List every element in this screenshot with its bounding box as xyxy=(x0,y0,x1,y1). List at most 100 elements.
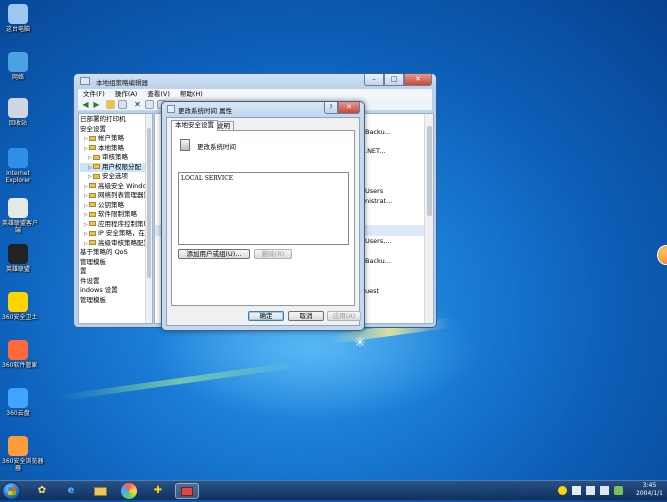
ok-button[interactable]: 确定 xyxy=(248,311,284,321)
policy-setting-value[interactable]: .NET... xyxy=(365,147,385,155)
tree-item[interactable]: ▷ 公钥策略 xyxy=(80,201,152,211)
tree-item[interactable]: 管理模板 xyxy=(80,258,152,268)
dialog-close-button[interactable]: ✕ xyxy=(338,102,360,114)
desktop-shortcut[interactable]: 英雄联盟客户端 xyxy=(2,198,38,234)
desktop-shortcut[interactable]: 360安全浏览器器 xyxy=(2,436,44,472)
tree-item-label: 软件限制策略 xyxy=(98,210,137,218)
taskbar-media-icon[interactable] xyxy=(121,483,137,499)
folder-icon xyxy=(93,164,100,169)
close-button[interactable]: ✕ xyxy=(404,74,432,86)
apply-button[interactable]: 应用(A) xyxy=(327,311,361,321)
list-scrollbar-thumb[interactable] xyxy=(427,126,432,216)
back-arrow-icon[interactable]: ◀ xyxy=(81,100,90,109)
taskbar-ie-icon[interactable]: e xyxy=(59,483,83,499)
maximize-button[interactable]: □ xyxy=(384,74,404,86)
desktop-shortcut-label: 360安全浏览器 xyxy=(2,458,44,465)
desktop-shortcut[interactable]: Internet Explorer xyxy=(2,148,34,184)
menu-view[interactable]: 查看(V) xyxy=(142,89,175,99)
tree-item-label: 高级审核策略配置 xyxy=(98,238,150,247)
folder-icon xyxy=(89,145,96,150)
tree-item[interactable]: ▷ 应用程序控制策略 xyxy=(80,220,152,230)
desktop-shortcut[interactable]: 360安全卫士 xyxy=(2,292,37,321)
dialog-help-button[interactable]: ? xyxy=(324,102,338,114)
tree-item-label: 帐户策略 xyxy=(98,134,124,142)
properties-icon[interactable] xyxy=(145,100,154,109)
account-listbox[interactable]: LOCAL SERVICE xyxy=(178,172,349,245)
tree-item[interactable]: ▷ 高级审核策略配置 xyxy=(80,239,152,249)
tab-local-security-setting[interactable]: 本地安全设置 xyxy=(171,120,218,131)
tray-network-icon[interactable] xyxy=(586,486,595,495)
tray-shield-icon[interactable] xyxy=(614,486,623,495)
tree-item[interactable]: indows 设置 xyxy=(80,286,152,296)
list-scrollbar[interactable] xyxy=(424,114,433,323)
taskbar-explorer-icon[interactable] xyxy=(88,483,112,499)
policy-setting-value[interactable]: Users,... xyxy=(365,237,391,245)
tray-flag-icon[interactable] xyxy=(572,486,581,495)
tree-item[interactable]: ▷ 安全选项 xyxy=(80,172,152,182)
folder-icon xyxy=(89,183,96,188)
tree-item[interactable]: ▷ 网络列表管理器策略 xyxy=(80,191,152,201)
clock[interactable]: 3:45 2004/1/1 xyxy=(636,482,663,498)
tree-pane: 已部署的打印机 安全设置 ▷ 帐户策略 ▷ 本地策略 ▷ 审核策略 ▷ 用户权限分配 ▷ 安全选项 ▷ 高… xyxy=(78,113,153,324)
tree-item-label: 管理模板 xyxy=(80,295,106,304)
tree-item[interactable]: ▷ 审核策略 xyxy=(80,153,152,163)
floating-widget-icon[interactable] xyxy=(657,245,667,265)
minimize-button[interactable]: – xyxy=(364,74,384,86)
tree-item-label: 安全选项 xyxy=(102,172,128,180)
tree-item[interactable]: 基于策略的 QoS xyxy=(80,248,152,258)
remove-button[interactable]: 删除(R) xyxy=(254,249,292,259)
tree-item[interactable]: 已部署的打印机 xyxy=(80,115,152,125)
folder-icon xyxy=(89,192,96,198)
desktop-shortcut[interactable]: 这台电脑 xyxy=(2,4,34,33)
clock-date: 2004/1/1 xyxy=(636,490,663,497)
desktop-shortcut[interactable]: 英雄联盟 xyxy=(2,244,34,273)
tree-item[interactable]: ▷ 帐户策略 xyxy=(80,134,152,144)
tray-volume-icon[interactable] xyxy=(600,486,609,495)
tree-item[interactable]: 管理模板 xyxy=(80,296,152,306)
up-folder-icon[interactable] xyxy=(106,100,115,109)
tray-360-icon[interactable] xyxy=(558,486,567,495)
tree-item[interactable]: ▷高级安全 Windows 防 xyxy=(80,182,152,192)
delete-icon[interactable]: ✕ xyxy=(133,100,142,109)
policy-setting-value[interactable]: Backu... xyxy=(365,128,391,136)
tab-panel: 更改系统时间 LOCAL SERVICE 添加用户或组(U)... 删除(R) xyxy=(171,130,355,306)
tree-item[interactable]: 安全设置 xyxy=(80,125,152,135)
desktop-shortcut-label: 360云盘 xyxy=(6,410,30,417)
menu-help[interactable]: 帮助(H) xyxy=(175,89,208,99)
taskbar-360-safe-icon[interactable]: ✚ xyxy=(146,483,170,499)
menu-bar: 文件(F) 操作(A) 查看(V) 帮助(H) xyxy=(78,89,432,99)
policy-setting-value[interactable]: uest xyxy=(365,287,379,295)
menu-action[interactable]: 操作(A) xyxy=(110,89,143,99)
desktop-shortcut-label: 器 xyxy=(14,465,21,472)
tree-item[interactable]: 件设置 xyxy=(80,277,152,287)
desktop-shortcut-label: 英雄联盟 xyxy=(5,266,30,273)
policy-setting-value[interactable]: Users xyxy=(365,187,383,195)
show-tree-icon[interactable] xyxy=(118,100,127,109)
tree-item-label: 用户权限分配 xyxy=(102,162,141,171)
taskbar-360-icon[interactable]: ✿ xyxy=(30,483,54,499)
tree-scrollbar[interactable] xyxy=(145,114,152,323)
desktop-shortcut[interactable]: 回收站 xyxy=(2,98,34,127)
desktop-shortcut[interactable]: 360软件管家 xyxy=(2,340,37,369)
dialog-body: 本地安全设置 说明 更改系统时间 LOCAL SERVICE 添加用户或组(U)… xyxy=(166,117,361,326)
taskbar-group-policy-icon[interactable] xyxy=(175,483,199,499)
desktop-shortcut[interactable]: 360云盘 xyxy=(2,388,34,417)
tree-scrollbar-thumb[interactable] xyxy=(147,128,151,278)
tree-item-label: 置 xyxy=(80,267,87,275)
tree-item[interactable]: ▷ 软件限制策略 xyxy=(80,210,152,220)
account-list-item[interactable]: LOCAL SERVICE xyxy=(179,173,348,182)
tree-item[interactable]: ▷IP 安全策略，在 本地 xyxy=(80,229,152,239)
start-button[interactable] xyxy=(2,482,21,500)
policy-setting-value[interactable]: Backu... xyxy=(365,257,391,265)
tree-item[interactable]: ▷ 本地策略 xyxy=(80,144,152,154)
policy-setting-value[interactable]: nistrat... xyxy=(365,197,392,205)
desktop-shortcut[interactable]: 网络 xyxy=(2,52,34,81)
account-list: LOCAL SERVICE xyxy=(179,173,348,182)
forward-arrow-icon[interactable]: ▶ xyxy=(92,100,101,109)
desktop-shortcut-label: 端 xyxy=(14,227,21,234)
cancel-button[interactable]: 取消 xyxy=(288,311,324,321)
tree-item[interactable]: 置 xyxy=(80,267,152,277)
add-user-or-group-button[interactable]: 添加用户或组(U)... xyxy=(178,249,250,259)
menu-file[interactable]: 文件(F) xyxy=(78,89,110,99)
tree-item[interactable]: ▷ 用户权限分配 xyxy=(80,162,152,172)
